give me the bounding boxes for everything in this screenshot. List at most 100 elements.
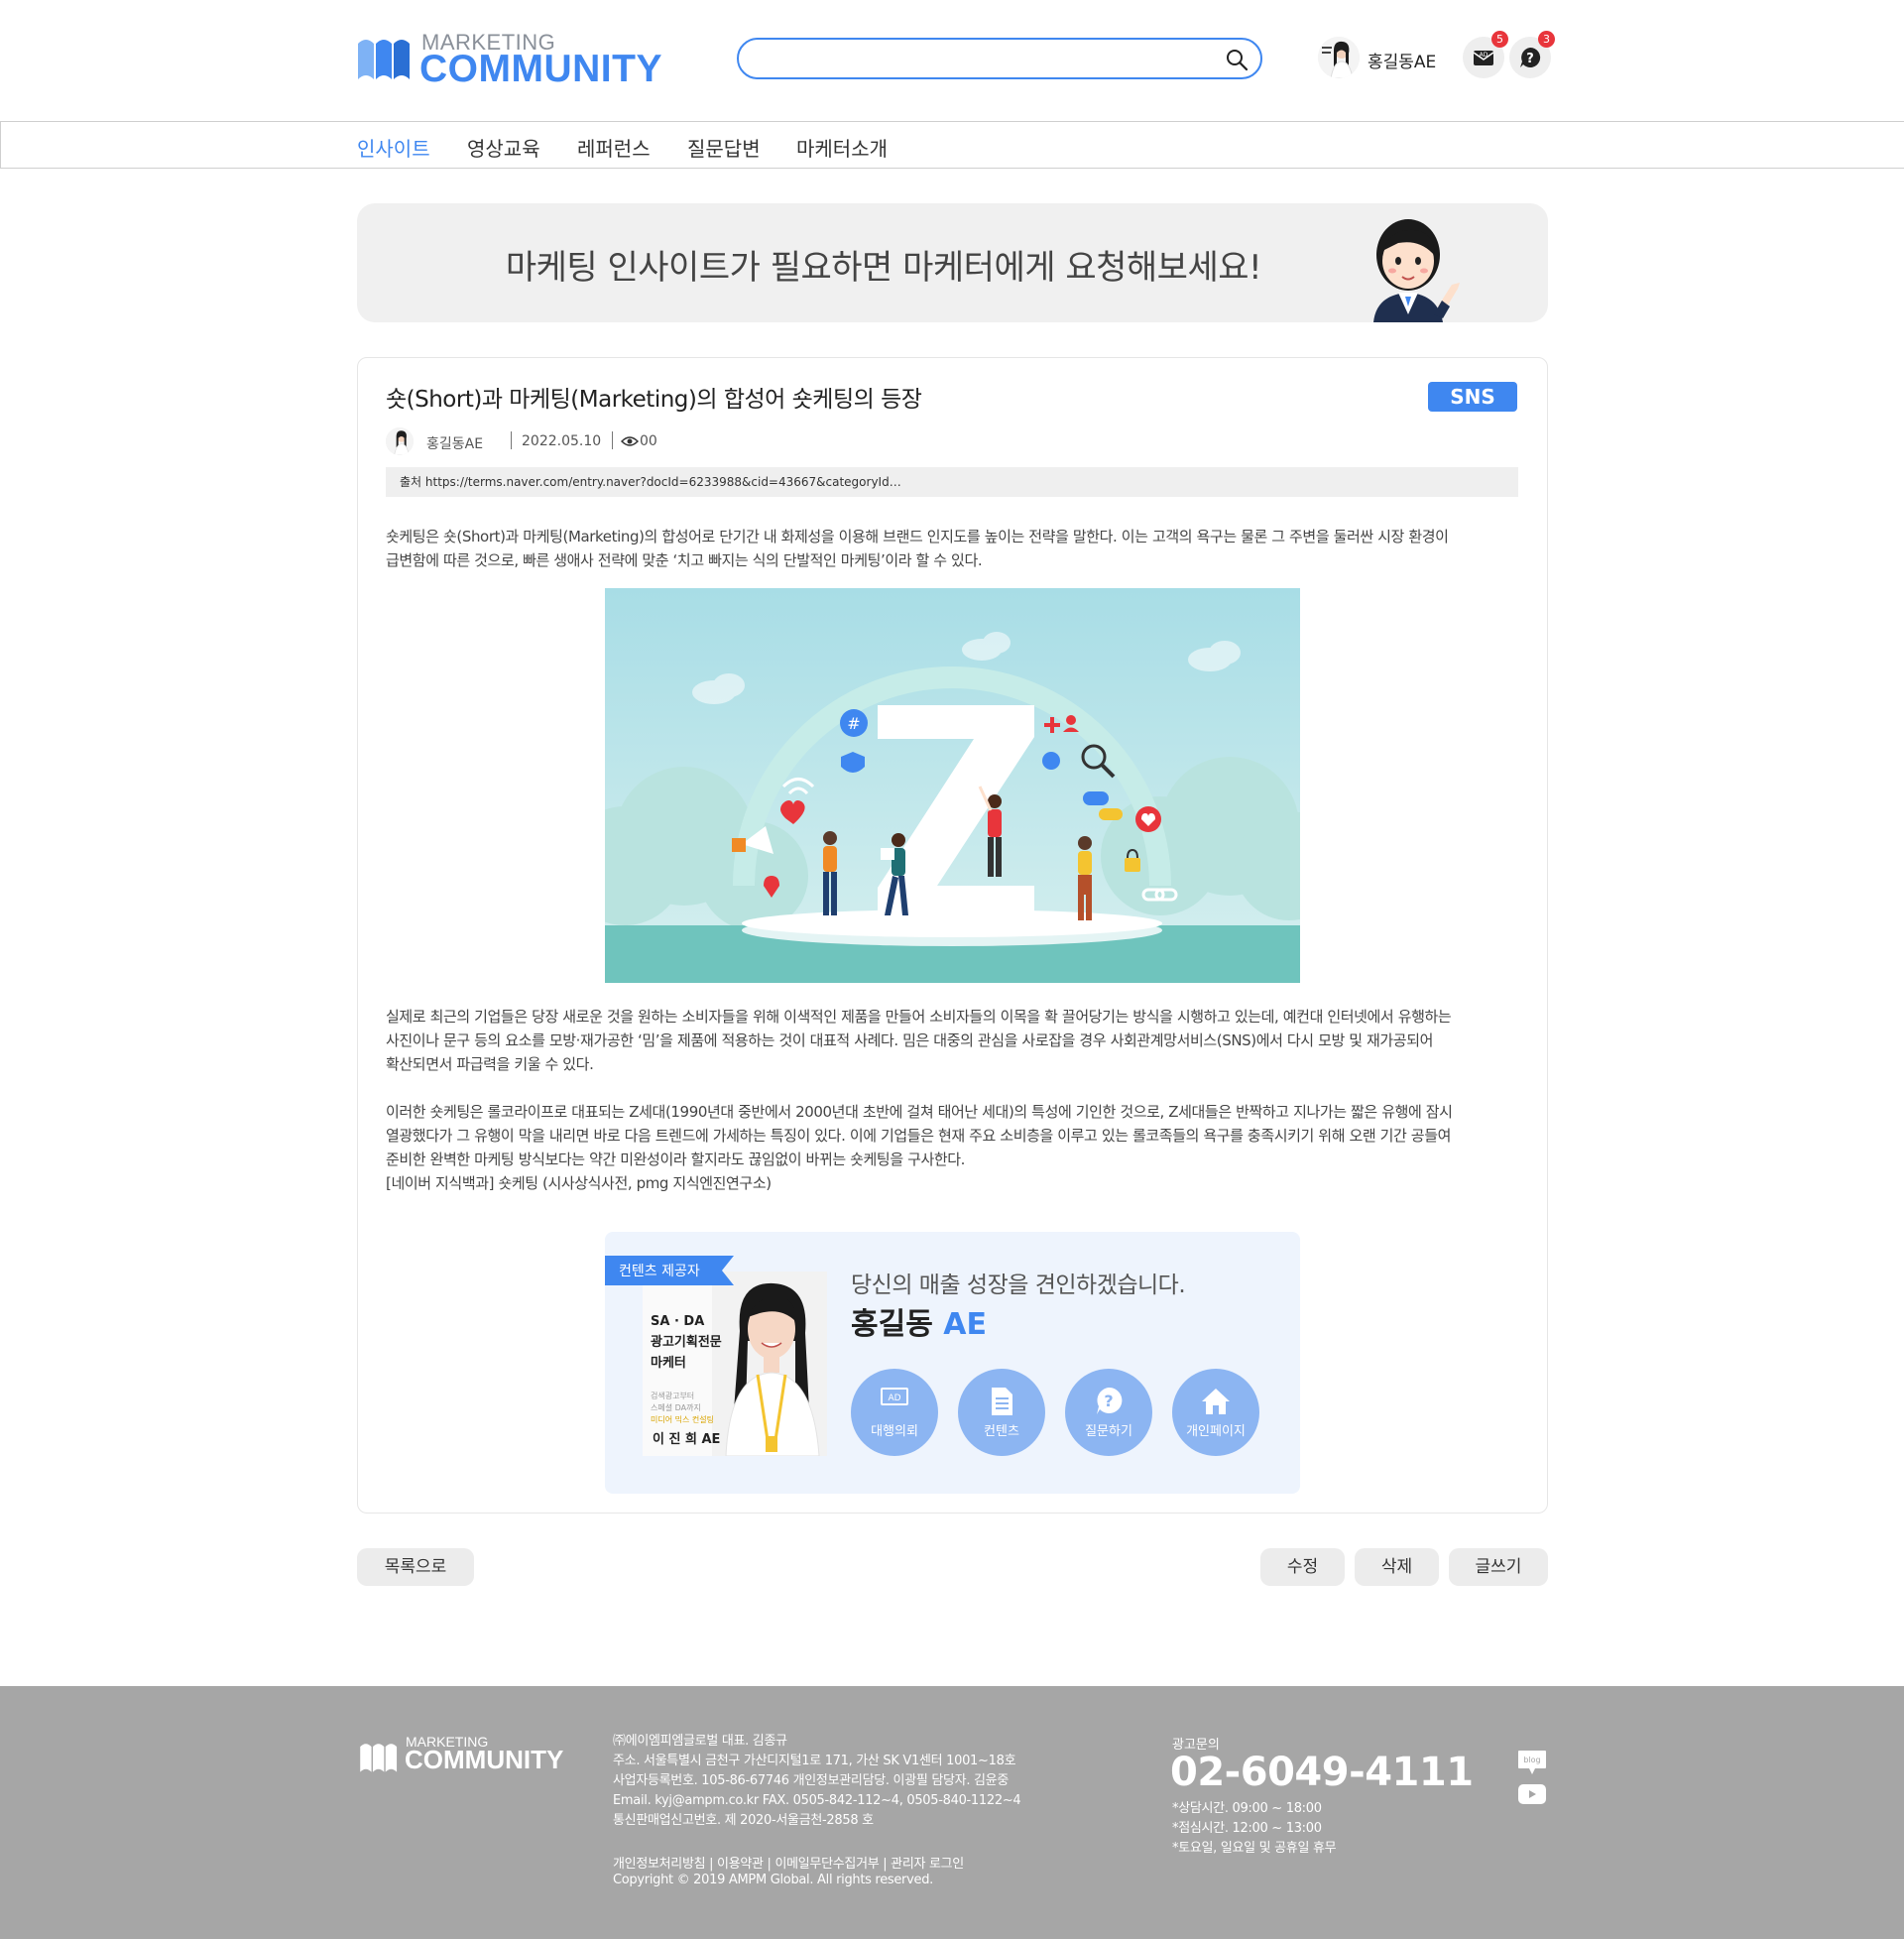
logo-mark-icon [358,40,410,79]
provider-intro: 당신의 매출 성장을 견인하겠습니다. [851,1272,1186,1298]
link-divider: | [709,1857,718,1872]
hours-line: *상담시간. 09:00 ~ 18:00 [1172,1801,1322,1816]
mail-ad-icon: AD [1473,51,1494,65]
provider-card-name: 이 진 희 AE [653,1432,721,1447]
svg-text:AD: AD [1480,52,1488,59]
provider-name-suffix: AE [943,1307,987,1342]
company-info-line: 사업자등록번호. 105-86-67746 개인정보관리담당. 이광필 담당자.… [613,1773,1009,1788]
user-name: 홍길동AE [1368,53,1437,72]
nav-item-marketers[interactable]: 마케터소개 [796,133,888,162]
question-count-badge: 3 [1538,31,1555,48]
site-header: MARKETING COMMUNITY 홍길동AE AD 5 ? 3 [0,0,1904,121]
gen-z-marketing-illustration: # [605,588,1300,983]
svg-text:?: ? [1526,52,1534,66]
provider-card-subtext: 검색광고부터 스페셜 DA까지 미디어 믹스 컨설팅 [651,1391,714,1426]
copyright: Copyright © 2019 AMPM Global. All rights… [613,1873,933,1887]
ad-icon: AD [881,1388,908,1405]
provider-name-text: 홍길동 [851,1307,933,1342]
card-line: 광고기획전문 [651,1335,722,1350]
home-icon [1202,1389,1230,1414]
card-highlight-line: 미디어 믹스 컨설팅 [651,1415,714,1424]
paragraph-line: 이러한 숏케팅은 롤코라이프로 대표되는 Z세대(1990년대 중반에서 200… [386,1103,1453,1121]
ad-mail-button[interactable]: AD 5 [1463,31,1508,78]
logo-mark-icon [360,1744,398,1772]
ad-count-badge: 5 [1491,31,1508,48]
company-info-line: 주소. 서울특별시 금천구 가산디지털1로 171, 가산 SK V1센터 10… [613,1754,1016,1768]
article-paragraph-2: 실제로 최근의 기업들은 당장 새로운 것을 원하는 소비자들을 위해 이색적인… [386,1005,1521,1076]
terms-link[interactable]: 이용약관 [717,1857,764,1872]
button-label: 컨텐츠 [984,1424,1019,1439]
meta-divider [612,431,613,449]
card-small-line: 검색광고부터 [651,1392,695,1400]
company-info-line: ㈜에이엠피엠글로벌 대표. 김종규 [613,1734,787,1749]
request-agency-button[interactable]: AD 대행의뢰 [851,1369,938,1456]
paragraph-line: 열광했다가 그 유행이 막을 내리면 바로 다음 트렌드에 가세하는 특징이 있… [386,1127,1452,1145]
banner-text: 마케팅 인사이트가 필요하면 마케터에게 요청해보세요! [505,248,1262,288]
privacy-policy-link[interactable]: 개인정보처리방침 [613,1857,706,1872]
nav-item-reference[interactable]: 레퍼런스 [577,133,651,162]
avatar-portrait-icon [1318,37,1360,78]
article-paragraph-1: 숏케팅은 숏(Short)과 마케팅(Marketing)의 합성어로 단기간 … [386,525,1521,572]
paragraph-line: 사진이나 문구 등의 요소를 모방·재가공한 ‘밈’을 제품에 적용하는 것이 … [386,1031,1434,1049]
nav-item-video[interactable]: 영상교육 [467,133,540,162]
contents-button[interactable]: 컨텐츠 [958,1369,1045,1456]
provider-ribbon: 컨텐츠 제공자 [605,1256,734,1285]
delete-button[interactable]: 삭제 [1355,1548,1439,1586]
question-icon: ? [1097,1387,1123,1414]
card-line: SA · DA [651,1314,705,1329]
post-date: 2022.05.10 [522,433,602,449]
write-button[interactable]: 글쓰기 [1449,1548,1548,1586]
nav-item-qna[interactable]: 질문답변 [687,133,761,162]
button-label: 개인페이지 [1186,1424,1246,1439]
email-policy-link[interactable]: 이메일무단수집거부 [774,1857,879,1872]
nav-item-insight[interactable]: 인사이트 [357,133,430,162]
paragraph-line: 준비한 완벽한 마케팅 방식보다는 약간 미완성이라 할지라도 끊임없이 바뀌는… [386,1151,966,1168]
ribbon-text: 컨텐츠 제공자 [619,1264,700,1279]
company-info-line: Email. kyj@ampm.co.kr FAX. 0505-842-112~… [613,1793,1021,1808]
ask-question-button[interactable]: ? 질문하기 [1065,1369,1152,1456]
company-info: ㈜에이엠피엠글로벌 대표. 김종규 주소. 서울특별시 금천구 가산디지털1로 … [613,1732,1021,1831]
paragraph-line: 급변함에 따른 것으로, 빠른 생애사 전략에 맞춘 ‘치고 빠지는 식의 단발… [386,551,983,569]
paragraph-line: 실제로 최근의 기업들은 당장 새로운 것을 원하는 소비자들을 위해 이색적인… [386,1008,1452,1026]
meta-divider [511,431,512,449]
button-label: 질문하기 [1085,1424,1132,1439]
main-nav: 인사이트 영상교육 레퍼런스 질문답변 마케터소개 [0,121,1904,169]
author-name[interactable]: 홍길동AE [426,433,483,453]
footer-logo[interactable]: MARKETING COMMUNITY [358,1734,566,1774]
search-icon[interactable] [1225,48,1249,71]
question-button[interactable]: ? 3 [1509,31,1555,78]
content-provider-box: SA · DA 광고기획전문 마케터 검색광고부터 스페셜 DA까지 미디어 믹… [605,1232,1300,1494]
link-divider: | [883,1857,892,1872]
user-avatar [1318,37,1360,78]
youtube-icon[interactable] [1518,1784,1546,1804]
back-to-list-button[interactable]: 목록으로 [357,1548,474,1586]
paragraph-line: 확산되면서 파급력을 키울 수 있다. [386,1055,594,1073]
provider-portrait-icon [712,1272,827,1456]
paragraph-line: 숏케팅은 숏(Short)과 마케팅(Marketing)의 합성어로 단기간 … [386,528,1449,545]
search-input[interactable] [755,46,1211,71]
card-line: 마케터 [651,1356,686,1371]
business-hours: *상담시간. 09:00 ~ 18:00 *점심시간. 12:00 ~ 13:0… [1172,1799,1337,1859]
footer-links: 개인정보처리방침 | 이용약관 | 이메일무단수집거부 | 관리자 로그인 [613,1853,964,1872]
category-tag[interactable]: SNS [1428,382,1517,412]
play-icon [1529,1790,1536,1798]
company-info-line: 통신판매업신고번호. 제 2020-서울금천-2858 호 [613,1813,874,1828]
admin-login-link[interactable]: 관리자 로그인 [891,1857,964,1872]
logo-big-text: COMMUNITY [419,48,662,90]
provider-profile-card[interactable]: SA · DA 광고기획전문 마케터 검색광고부터 스페셜 DA까지 미디어 믹… [643,1272,827,1456]
footer-logo-big: COMMUNITY [405,1745,564,1774]
hours-line: *점심시간. 12:00 ~ 13:00 [1172,1821,1322,1836]
article-card: 숏(Short)과 마케팅(Marketing)의 합성어 숏케팅의 등장 SN… [357,357,1548,1514]
edit-button[interactable]: 수정 [1260,1548,1345,1586]
source-link[interactable]: 출처 https://terms.naver.com/entry.naver?d… [386,467,1518,497]
eye-icon [621,436,639,446]
svg-text:#: # [847,714,860,733]
insight-banner[interactable]: 마케팅 인사이트가 필요하면 마케터에게 요청해보세요! [357,203,1548,322]
blog-icon[interactable]: blog [1517,1750,1547,1775]
site-logo[interactable]: MARKETING COMMUNITY [356,30,661,90]
view-count: 00 [640,433,657,449]
personal-page-button[interactable]: 개인페이지 [1172,1369,1259,1456]
svg-text:AD: AD [888,1394,900,1403]
author-avatar [386,427,414,455]
ad-inquiry-phone[interactable]: 02-6049-4111 [1170,1750,1474,1795]
